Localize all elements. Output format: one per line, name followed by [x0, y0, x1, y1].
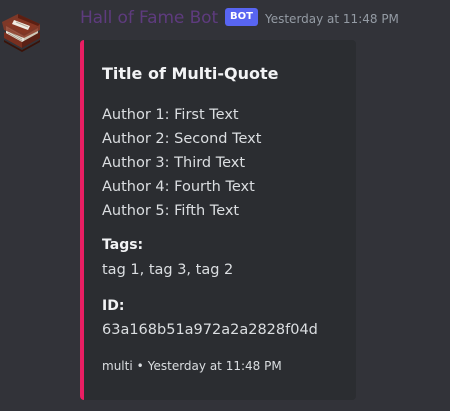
- username[interactable]: Hall of Fame Bot: [80, 8, 218, 28]
- message-header: Hall of Fame Bot BOT Yesterday at 11:48 …: [80, 6, 399, 30]
- embed-card: Title of Multi-Quote Author 1: First Tex…: [80, 40, 356, 400]
- tags-field-value: tag 1, tag 3, tag 2: [102, 262, 234, 278]
- quote-line: Author 2: Second Text: [102, 131, 262, 147]
- chat-message: Hall of Fame Bot BOT Yesterday at 11:48 …: [0, 0, 450, 411]
- footer-timestamp: Yesterday at 11:48 PM: [147, 359, 282, 373]
- bot-avatar[interactable]: [0, 10, 44, 54]
- quote-line: Author 1: First Text: [102, 107, 239, 123]
- message-timestamp[interactable]: Yesterday at 11:48 PM: [265, 12, 399, 26]
- id-field-name: ID:: [102, 298, 125, 314]
- bot-badge: BOT: [225, 8, 258, 26]
- book-icon: [2, 14, 40, 52]
- embed-body: Title of Multi-Quote Author 1: First Tex…: [84, 40, 356, 400]
- embed-footer: multi • Yesterday at 11:48 PM: [102, 359, 282, 373]
- id-field-value: 63a168b51a972a2a2828f04d: [102, 322, 318, 338]
- quote-line: Author 3: Third Text: [102, 155, 246, 171]
- footer-separator: •: [136, 359, 144, 373]
- tags-field-name: Tags:: [102, 237, 144, 253]
- embed-title: Title of Multi-Quote: [102, 64, 279, 83]
- footer-text: multi: [102, 359, 133, 373]
- quote-line: Author 4: Fourth Text: [102, 179, 255, 195]
- embed-description: Author 1: First Text Author 2: Second Te…: [102, 103, 261, 223]
- quote-line: Author 5: Fifth Text: [102, 203, 240, 219]
